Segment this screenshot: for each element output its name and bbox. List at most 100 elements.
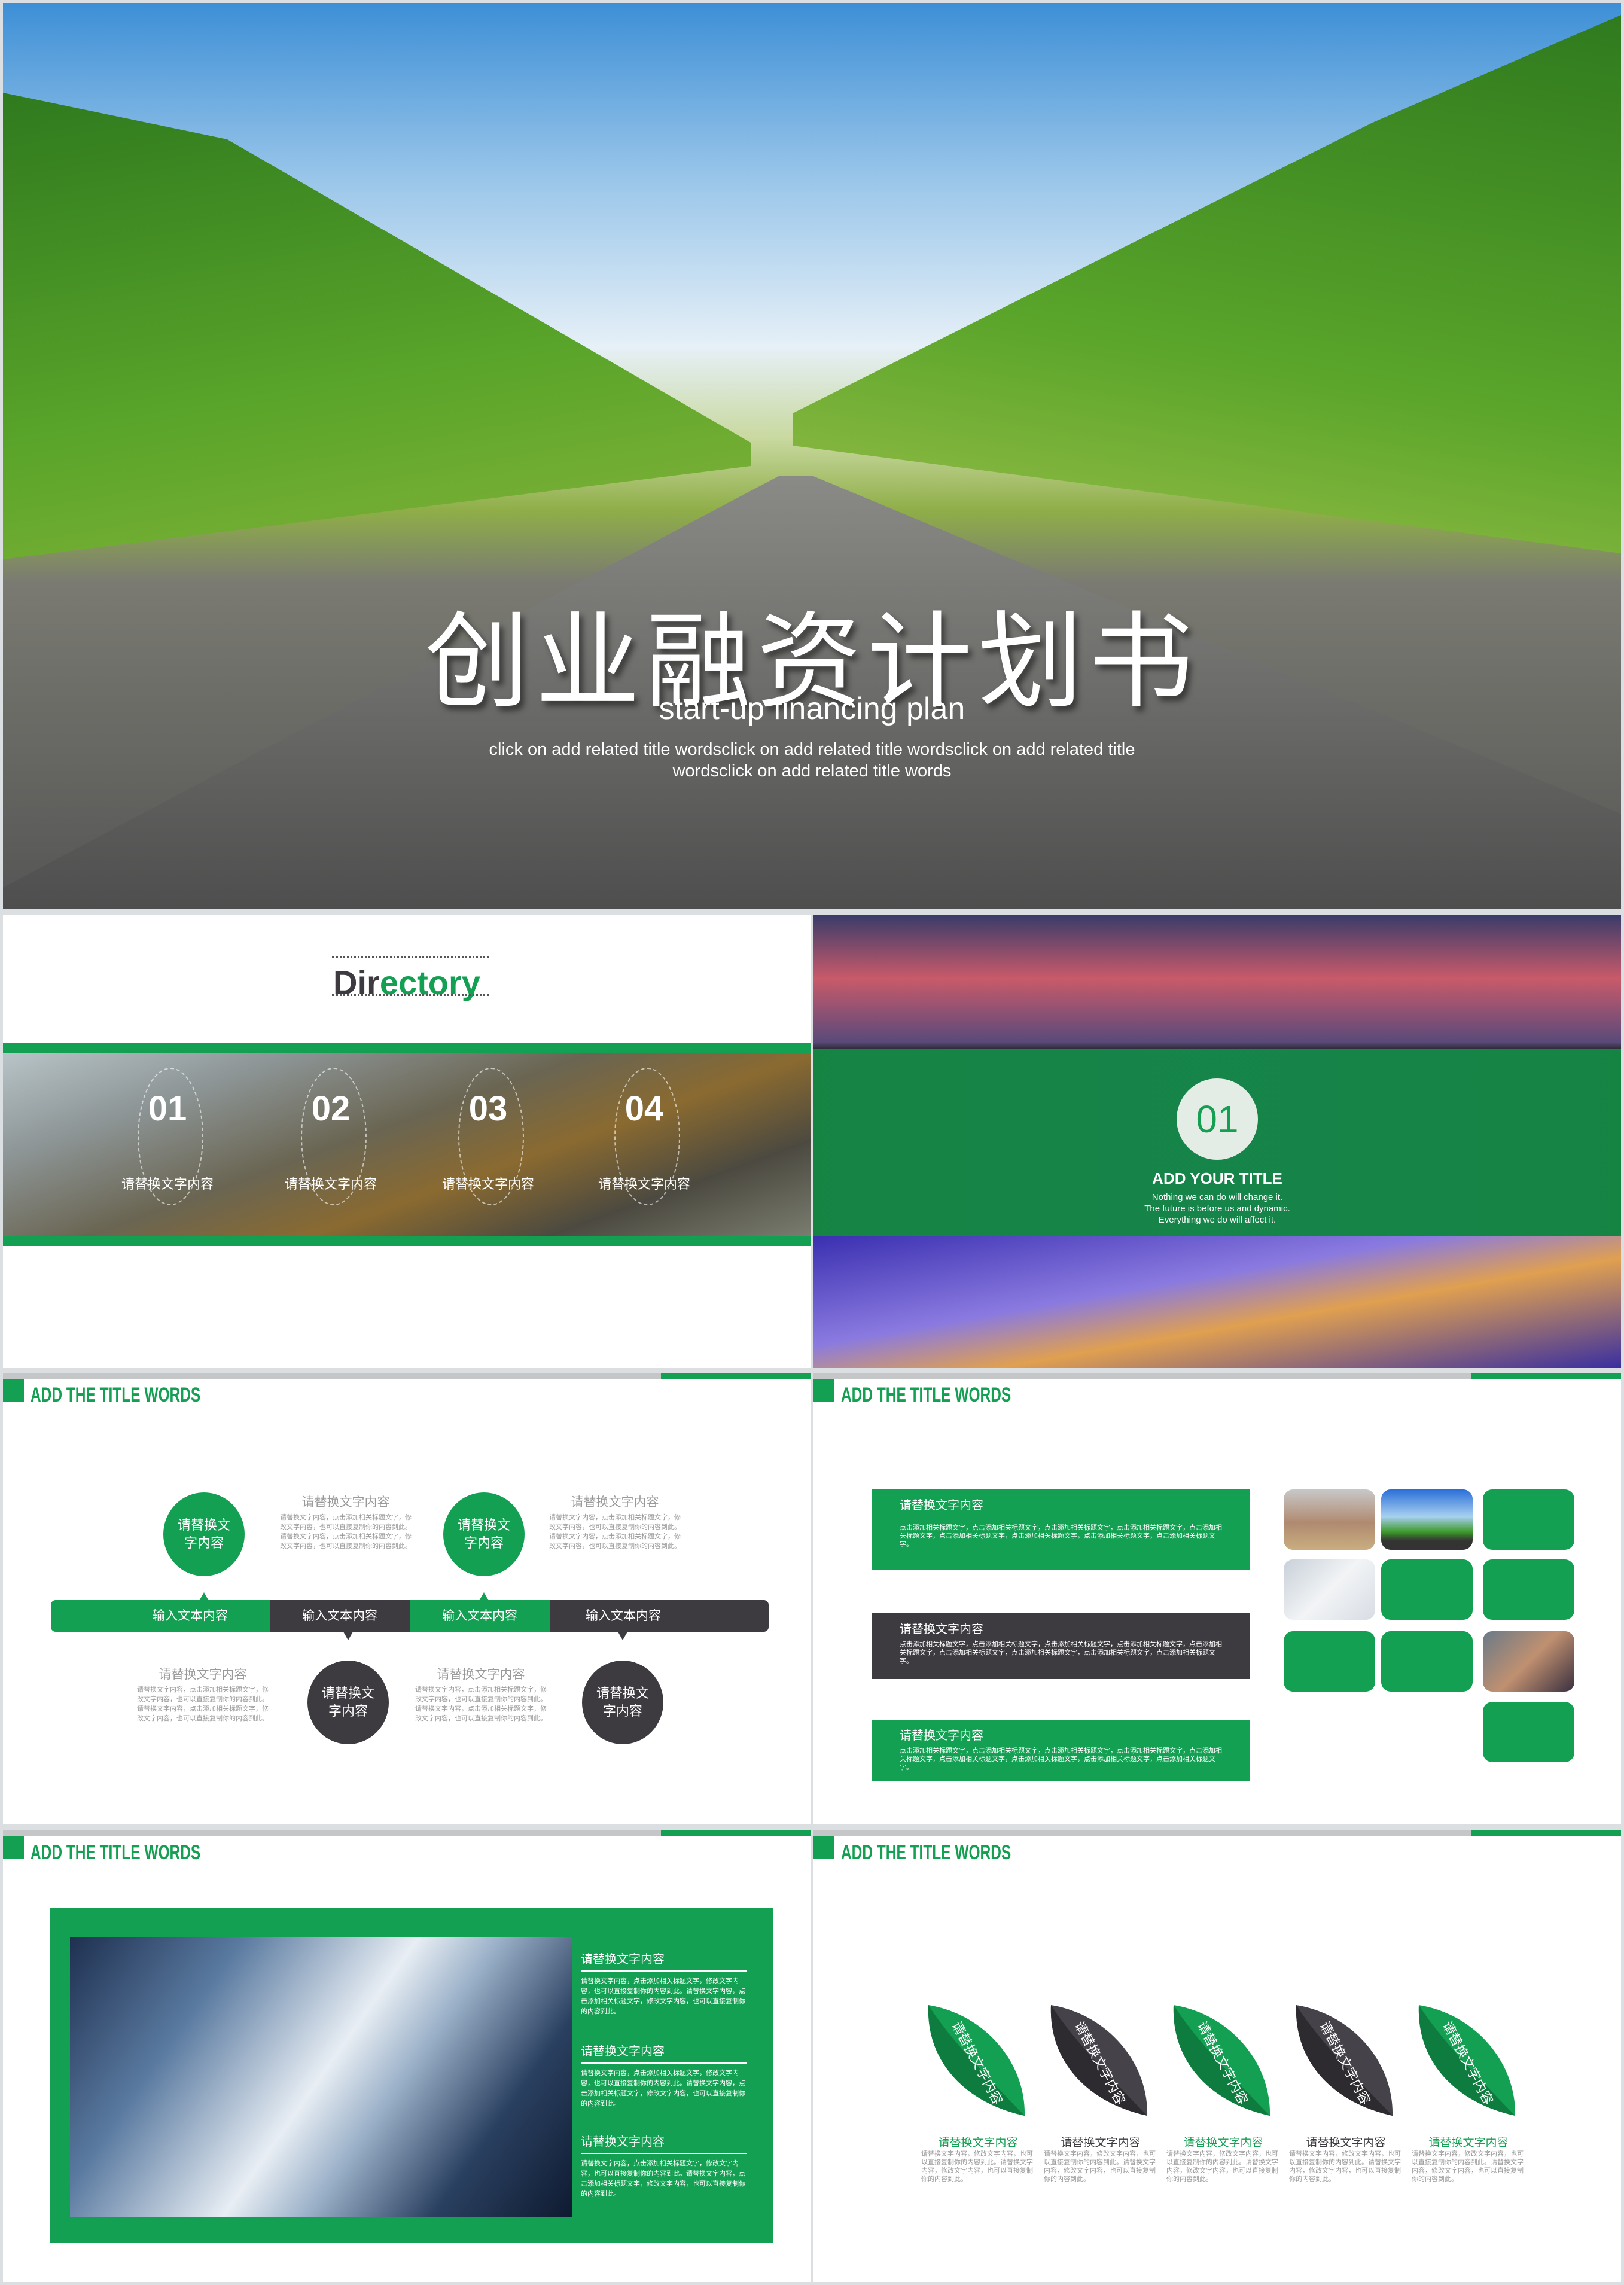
- directory-number: 02: [311, 1089, 351, 1128]
- block-body: 请替换文字内容，点击添加相关标题文字，修改文字内容，也可以直接复制你的内容到此。…: [137, 1686, 269, 1722]
- content-box-3: 请替换文字内容 点击添加相关标题文字，点击添加相关标题文字，点击添加相关标题文字…: [872, 1720, 1250, 1781]
- box-title: 请替换文字内容: [900, 1729, 983, 1742]
- photo-text-section: 请替换文字内容 请替换文字内容，点击添加相关标题文字，修改文字内容，也可以直接复…: [581, 2042, 747, 2109]
- pointer-up-icon: [479, 1592, 489, 1601]
- directory-heading: Directory: [3, 963, 811, 1002]
- slide-title: ADD THE TITLE WORDS: [841, 1841, 1011, 1864]
- header-marker: [3, 1379, 24, 1402]
- leaf-item-2[interactable]: 请替换文字内容 请替换文字内容 请替换文字内容，修改文字内容，也可以直接复制你的…: [1044, 2005, 1156, 2196]
- directory-label: 请替换文字内容: [441, 1177, 534, 1192]
- directory-label: 请替换文字内容: [284, 1177, 377, 1192]
- leaf-title: 请替换文字内容: [1061, 2137, 1141, 2149]
- timeline-text-block: 请替换文字内容 请替换文字内容，点击添加相关标题文字，修改文字内容，也可以直接复…: [137, 1665, 269, 1723]
- timeline-bar: 输入文本内容 输入文本内容 输入文本内容 输入文本内容: [51, 1600, 769, 1632]
- leaf-item-3[interactable]: 请替换文字内容 请替换文字内容 请替换文字内容，修改文字内容，也可以直接复制你的…: [1166, 2005, 1278, 2196]
- timeline-text-block: 请替换文字内容 请替换文字内容，点击添加相关标题文字，修改文字内容，也可以直接复…: [415, 1665, 547, 1723]
- pointer-up-icon: [199, 1592, 209, 1601]
- box-title: 请替换文字内容: [900, 1623, 983, 1636]
- section-line-1: Nothing we can do will change it.: [1151, 1192, 1283, 1202]
- skyscraper-photo: [70, 1937, 572, 2217]
- cover-photo-trees-right: [793, 15, 1621, 553]
- timeline-segment-2: 输入文本内容: [270, 1600, 410, 1632]
- photo-slide[interactable]: ADD THE TITLE WORDS 请替换文字内容 请替换文字内容，点击添加…: [3, 1830, 811, 2282]
- section-number-circle: 01: [1177, 1078, 1258, 1160]
- highway-photo: [813, 1236, 1621, 1368]
- box-body: 点击添加相关标题文字，点击添加相关标题文字，点击添加相关标题文字，点击添加相关标…: [900, 1524, 1222, 1548]
- leaf-body: 请替换文字内容，修改文字内容，也可以直接复制你的内容到此。请替换文字内容，修改文…: [1044, 2150, 1156, 2183]
- green-tile: [1381, 1559, 1473, 1620]
- section-line-2: The future is before us and dynamic.: [1144, 1204, 1290, 1214]
- directory-item-1[interactable]: 01 请替换文字内容: [102, 1068, 233, 1205]
- directory-item-4[interactable]: 04 请替换文字内容: [578, 1068, 710, 1205]
- section-line-3: Everything we do will affect it.: [1158, 1215, 1276, 1225]
- green-tile: [1483, 1702, 1574, 1762]
- leaf-title: 请替换文字内容: [938, 2137, 1018, 2149]
- box-body: 点击添加相关标题文字，点击添加相关标题文字，点击添加相关标题文字，点击添加相关标…: [900, 1747, 1222, 1771]
- photo-text-section: 请替换文字内容 请替换文字内容，点击添加相关标题文字，修改文字内容，也可以直接复…: [581, 1949, 747, 2017]
- directory-number: 01: [148, 1089, 187, 1128]
- header-accent: [1471, 1830, 1621, 1836]
- section-body: 请替换文字内容，点击添加相关标题文字，修改文字内容，也可以直接复制你的内容到此。…: [581, 2070, 745, 2107]
- box-title: 请替换文字内容: [900, 1499, 983, 1512]
- green-bar-bottom: [3, 1236, 811, 1246]
- leaf-title: 请替换文字内容: [1183, 2137, 1263, 2149]
- directory-label: 请替换文字内容: [121, 1177, 214, 1192]
- section-body: 请替换文字内容，点击添加相关标题文字，修改文字内容，也可以直接复制你的内容到此。…: [581, 2160, 745, 2198]
- slide-title: ADD THE TITLE WORDS: [31, 1384, 201, 1406]
- leaf-body: 请替换文字内容，修改文字内容，也可以直接复制你的内容到此。请替换文字内容，修改文…: [1289, 2150, 1401, 2183]
- green-bar-top: [3, 1043, 811, 1053]
- leaf-item-4[interactable]: 请替换文字内容 请替换文字内容 请替换文字内容，修改文字内容，也可以直接复制你的…: [1289, 2005, 1401, 2196]
- timeline-circle-top: 请替换文字内容: [163, 1492, 245, 1576]
- cover-subtitle: start-up financing plan: [659, 691, 965, 726]
- leaf-body: 请替换文字内容，修改文字内容，也可以直接复制你的内容到此。请替换文字内容，修改文…: [921, 2150, 1033, 2183]
- content-box-1: 请替换文字内容 点击添加相关标题文字，点击添加相关标题文字，点击添加相关标题文字…: [872, 1489, 1250, 1570]
- header-marker: [813, 1379, 834, 1402]
- green-tile: [1483, 1489, 1574, 1550]
- timeline-segment-3: 输入文本内容: [410, 1600, 550, 1632]
- timeline-circle-top: 请替换文字内容: [443, 1492, 525, 1576]
- header-accent: [1471, 1373, 1621, 1379]
- directory-label: 请替换文字内容: [598, 1177, 690, 1192]
- leaf-item-5[interactable]: 请替换文字内容 请替换文字内容 请替换文字内容，修改文字内容，也可以直接复制你的…: [1412, 2005, 1524, 2196]
- leaf-item-1[interactable]: 请替换文字内容 请替换文字内容 请替换文字内容，修改文字内容，也可以直接复制你的…: [921, 2005, 1033, 2196]
- block-title: 请替换文字内容: [301, 1495, 390, 1509]
- timeline-circle-bottom: 请替换文字内容: [307, 1661, 389, 1744]
- timeline-text-block: 请替换文字内容 请替换文字内容，点击添加相关标题文字，修改文字内容，也可以直接复…: [280, 1492, 412, 1551]
- timeline-slide[interactable]: ADD THE TITLE WORDS 输入文本内容 输入文本内容 输入文本内容…: [3, 1373, 811, 1824]
- box-body: 点击添加相关标题文字，点击添加相关标题文字，点击添加相关标题文字，点击添加相关标…: [900, 1641, 1222, 1665]
- content-box-2: 请替换文字内容 点击添加相关标题文字，点击添加相关标题文字，点击添加相关标题文字…: [872, 1613, 1250, 1679]
- timeline-segment-4: 输入文本内容: [550, 1600, 769, 1632]
- header-accent: [661, 1373, 811, 1379]
- photo-tile: [1483, 1631, 1574, 1692]
- cover-body-line1: click on add related title wordsclick on…: [489, 740, 1135, 759]
- section-slide[interactable]: 01 ADD YOUR TITLE Nothing we can do will…: [813, 915, 1621, 1368]
- block-body: 请替换文字内容，点击添加相关标题文字，修改文字内容，也可以直接复制你的内容到此。…: [280, 1514, 412, 1550]
- directory-item-2[interactable]: 02 请替换文字内容: [265, 1068, 397, 1205]
- cover-photo-trees-left: [3, 93, 751, 559]
- directory-number: 03: [468, 1089, 508, 1128]
- cover-slide[interactable]: 创业融资计划书 start-up financing plan click on…: [3, 3, 1621, 909]
- directory-item-3[interactable]: 03 请替换文字内容: [422, 1068, 554, 1205]
- leaves-slide[interactable]: ADD THE TITLE WORDS 请替换文字内容 请替换文字内容 请替换文…: [813, 1830, 1621, 2282]
- section-title: 请替换文字内容: [581, 1949, 747, 1972]
- timeline-segment-1: 输入文本内容: [51, 1600, 270, 1632]
- slide-title: ADD THE TITLE WORDS: [841, 1384, 1011, 1406]
- directory-number: 04: [624, 1089, 664, 1128]
- section-title: 请替换文字内容: [581, 2042, 747, 2064]
- header-marker: [3, 1836, 24, 1859]
- photo-tile: [1381, 1489, 1473, 1550]
- boxes-slide[interactable]: ADD THE TITLE WORDS 请替换文字内容 点击添加相关标题文字，点…: [813, 1373, 1621, 1824]
- block-title: 请替换文字内容: [437, 1668, 525, 1681]
- leaf-title: 请替换文字内容: [1306, 2137, 1386, 2149]
- header-accent: [661, 1830, 811, 1836]
- leaf-body: 请替换文字内容，修改文字内容，也可以直接复制你的内容到此。请替换文字内容，修改文…: [1412, 2150, 1524, 2183]
- directory-slide[interactable]: Directory 01 请替换文字内容 02 请替换文字内容 03 请替换文字…: [3, 915, 811, 1368]
- green-tile: [1483, 1559, 1574, 1620]
- block-body: 请替换文字内容，点击添加相关标题文字，修改文字内容，也可以直接复制你的内容到此。…: [549, 1514, 681, 1550]
- leaf-title: 请替换文字内容: [1428, 2137, 1509, 2149]
- block-body: 请替换文字内容，点击添加相关标题文字，修改文字内容，也可以直接复制你的内容到此。…: [415, 1686, 547, 1722]
- cover-body-line2: wordsclick on add related title words: [672, 761, 952, 781]
- section-body: 请替换文字内容，点击添加相关标题文字，修改文字内容，也可以直接复制你的内容到此。…: [581, 1978, 745, 2015]
- slide-title: ADD THE TITLE WORDS: [31, 1841, 201, 1864]
- directory-divider-top: [332, 956, 489, 958]
